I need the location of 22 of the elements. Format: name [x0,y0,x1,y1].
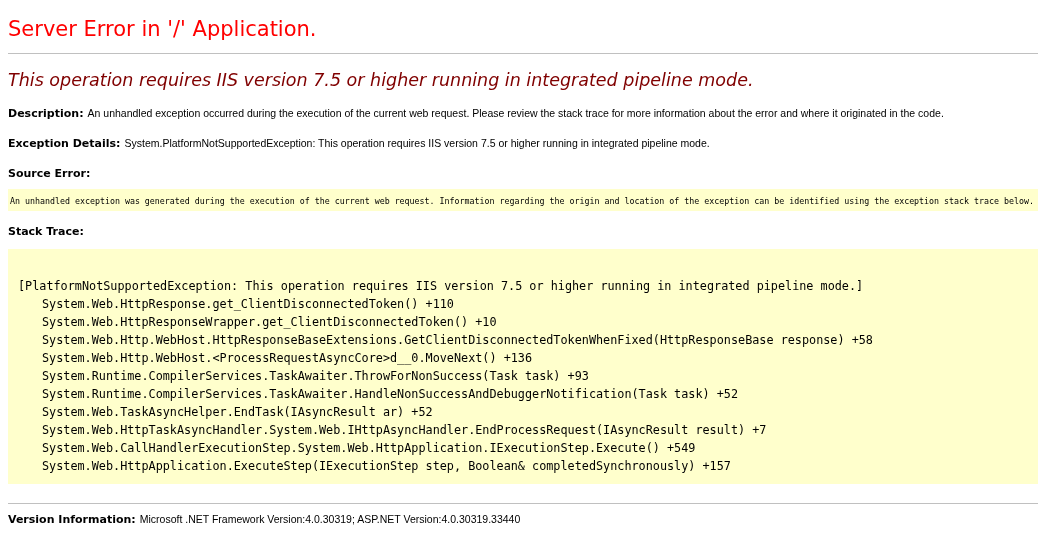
stack-frame: System.Web.HttpApplication.ExecuteStep(IExecutionStep step, Boolean& completedSynchronously) +157 [42,459,731,473]
error-heading: This operation requires IIS version 7.5 or higher running in integrated pipeline mode. [8,69,755,92]
stack-frame: System.Web.HttpTaskAsyncHandler.System.Web.IHttpAsyncHandler.EndProcessRequest(IAsyncResult result) +7 [42,423,767,437]
stack-frame: System.Web.Http.WebHost.HttpResponseBaseExtensions.GetClientDisconnectedTokenWhenFixed(HttpResponseBase response) +58 [42,333,873,347]
source-error-text: An unhandled exception was generated during the execution of the current web request. Information regarding the origin and location of the exception can be identified using the exception stack trace below. [10,196,1034,206]
version-information-label: Version Information: [8,513,136,526]
stack-frame: System.Web.HttpResponseWrapper.get_ClientDisconnectedToken() +10 [42,315,497,329]
version-information-text: Microsoft .NET Framework Version:4.0.30319; ASP.NET Version:4.0.30319.33440 [139,513,521,525]
exception-details-text: System.PlatformNotSupportedException: This operation requires IIS version 7.5 or higher running in integrated pipeline mode. [124,137,710,149]
stack-frame: System.Runtime.CompilerServices.TaskAwaiter.ThrowForNonSuccess(Task task) +93 [42,369,589,383]
stack-frame: System.Runtime.CompilerServices.TaskAwaiter.HandleNonSuccessAndDebuggerNotification(Task task) +52 [42,387,739,401]
stack-frame: System.Web.CallHandlerExecutionStep.System.Web.HttpApplication.IExecutionStep.Execute() +549 [42,441,696,455]
stack-trace-label: Stack Trace: [8,225,84,238]
description-text: An unhandled exception occurred during the execution of the current web request. Please review the stack trace for more information about the error and where it originated in the code. [87,107,944,119]
exception-details-label: Exception Details: [8,137,121,150]
stack-frame: System.Web.TaskAsyncHelper.EndTask(IAsyncResult ar) +52 [42,405,433,419]
stack-frame: System.Web.HttpResponse.get_ClientDisconnectedToken() +110 [42,297,454,311]
description-label: Description: [8,107,84,120]
page-title: Server Error in '/' Application. [8,16,318,43]
stack-frame: System.Web.Http.WebHost.<ProcessRequestAsyncCore>d__0.MoveNext() +136 [42,351,533,365]
source-error-label: Source Error: [8,167,91,180]
exception-line: [PlatformNotSupportedException: This operation requires IIS version 7.5 or higher running in integrated pipeline mode.] [18,279,864,293]
